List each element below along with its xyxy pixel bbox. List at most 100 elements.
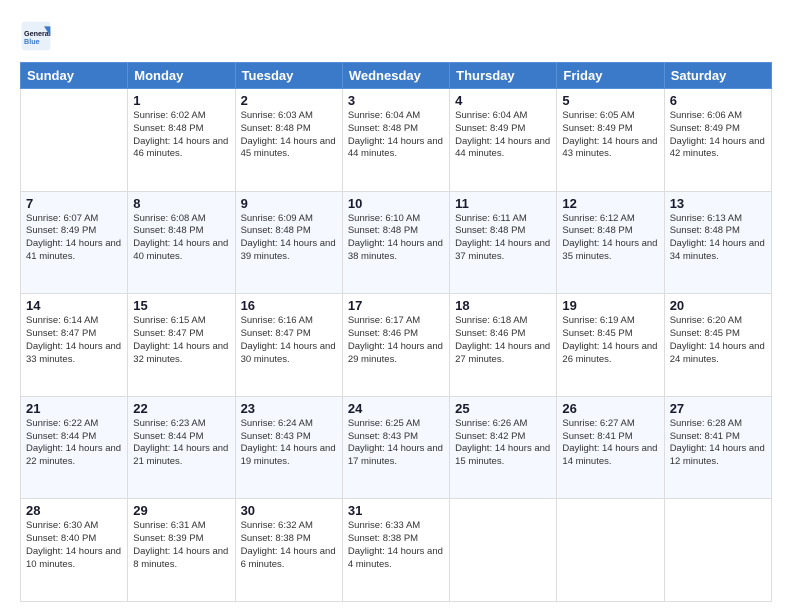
day-cell (664, 499, 771, 602)
day-info: Sunrise: 6:31 AMSunset: 8:39 PMDaylight:… (133, 520, 228, 569)
day-number: 28 (26, 503, 122, 518)
day-number: 29 (133, 503, 229, 518)
svg-text:Blue: Blue (24, 37, 40, 46)
day-number: 10 (348, 196, 444, 211)
week-row-4: 21Sunrise: 6:22 AMSunset: 8:44 PMDayligh… (21, 396, 772, 499)
week-row-2: 7 Sunrise: 6:07 AMSunset: 8:49 PMDaylight… (21, 191, 772, 294)
day-number: 16 (241, 298, 337, 313)
day-number: 8 (133, 196, 229, 211)
week-row-3: 14Sunrise: 6:14 AMSunset: 8:47 PMDayligh… (21, 294, 772, 397)
day-info: Sunrise: 6:17 AMSunset: 8:46 PMDaylight:… (348, 315, 443, 364)
day-number: 9 (241, 196, 337, 211)
day-info: Sunrise: 6:32 AMSunset: 8:38 PMDaylight:… (241, 520, 336, 569)
day-number: 12 (562, 196, 658, 211)
logo-icon: General Blue (20, 20, 52, 52)
day-number: 20 (670, 298, 766, 313)
day-info: Sunrise: 6:03 AMSunset: 8:48 PMDaylight:… (241, 110, 336, 159)
day-cell: 30Sunrise: 6:32 AMSunset: 8:38 PMDayligh… (235, 499, 342, 602)
day-cell: 22 Sunrise: 6:23 AMSunset: 8:44 PMDayligh… (128, 396, 235, 499)
day-cell (557, 499, 664, 602)
col-header-wednesday: Wednesday (342, 63, 449, 89)
col-header-tuesday: Tuesday (235, 63, 342, 89)
day-cell: 11 Sunrise: 6:11 AMSunset: 8:48 PMDayligh… (450, 191, 557, 294)
day-number: 27 (670, 401, 766, 416)
day-cell: 5 Sunrise: 6:05 AMSunset: 8:49 PMDaylight… (557, 89, 664, 192)
day-info: Sunrise: 6:09 AMSunset: 8:48 PMDaylight:… (241, 213, 336, 262)
day-cell: 28 Sunrise: 6:30 AMSunset: 8:40 PMDayligh… (21, 499, 128, 602)
day-info: Sunrise: 6:14 AMSunset: 8:47 PMDaylight:… (26, 315, 121, 364)
day-cell (21, 89, 128, 192)
day-info: Sunrise: 6:27 AMSunset: 8:41 PMDaylight:… (562, 418, 657, 467)
day-number: 15 (133, 298, 229, 313)
day-cell: 14Sunrise: 6:14 AMSunset: 8:47 PMDayligh… (21, 294, 128, 397)
day-cell: 2 Sunrise: 6:03 AMSunset: 8:48 PMDaylight… (235, 89, 342, 192)
day-cell: 3 Sunrise: 6:04 AMSunset: 8:48 PMDaylight… (342, 89, 449, 192)
day-number: 25 (455, 401, 551, 416)
day-cell: 27 Sunrise: 6:28 AMSunset: 8:41 PMDayligh… (664, 396, 771, 499)
day-info: Sunrise: 6:23 AMSunset: 8:44 PMDaylight:… (133, 418, 228, 467)
day-info: Sunrise: 6:07 AMSunset: 8:49 PMDaylight:… (26, 213, 121, 262)
day-number: 24 (348, 401, 444, 416)
day-info: Sunrise: 6:20 AMSunset: 8:45 PMDaylight:… (670, 315, 765, 364)
day-info: Sunrise: 6:30 AMSunset: 8:40 PMDaylight:… (26, 520, 121, 569)
day-cell: 15 Sunrise: 6:15 AMSunset: 8:47 PMDayligh… (128, 294, 235, 397)
day-info: Sunrise: 6:16 AMSunset: 8:47 PMDaylight:… (241, 315, 336, 364)
day-number: 18 (455, 298, 551, 313)
day-cell: 10Sunrise: 6:10 AMSunset: 8:48 PMDayligh… (342, 191, 449, 294)
day-number: 5 (562, 93, 658, 108)
day-info: Sunrise: 6:22 AMSunset: 8:44 PMDaylight:… (26, 418, 121, 467)
day-cell: 24 Sunrise: 6:25 AMSunset: 8:43 PMDayligh… (342, 396, 449, 499)
day-cell: 25 Sunrise: 6:26 AMSunset: 8:42 PMDayligh… (450, 396, 557, 499)
day-cell: 21Sunrise: 6:22 AMSunset: 8:44 PMDayligh… (21, 396, 128, 499)
day-cell: 18 Sunrise: 6:18 AMSunset: 8:46 PMDayligh… (450, 294, 557, 397)
page: General Blue SundayMondayTuesdayWednesda… (0, 0, 792, 612)
col-header-monday: Monday (128, 63, 235, 89)
day-number: 22 (133, 401, 229, 416)
week-row-1: 1Sunrise: 6:02 AMSunset: 8:48 PMDaylight… (21, 89, 772, 192)
day-info: Sunrise: 6:18 AMSunset: 8:46 PMDaylight:… (455, 315, 550, 364)
day-info: Sunrise: 6:26 AMSunset: 8:42 PMDaylight:… (455, 418, 550, 467)
day-info: Sunrise: 6:04 AMSunset: 8:49 PMDaylight:… (455, 110, 550, 159)
day-cell: 29 Sunrise: 6:31 AMSunset: 8:39 PMDayligh… (128, 499, 235, 602)
day-number: 7 (26, 196, 122, 211)
logo: General Blue (20, 20, 56, 52)
day-info: Sunrise: 6:08 AMSunset: 8:48 PMDaylight:… (133, 213, 228, 262)
day-number: 13 (670, 196, 766, 211)
day-cell: 13 Sunrise: 6:13 AMSunset: 8:48 PMDayligh… (664, 191, 771, 294)
day-info: Sunrise: 6:25 AMSunset: 8:43 PMDaylight:… (348, 418, 443, 467)
day-info: Sunrise: 6:12 AMSunset: 8:48 PMDaylight:… (562, 213, 657, 262)
day-info: Sunrise: 6:02 AMSunset: 8:48 PMDaylight:… (133, 110, 228, 159)
day-cell: 4Sunrise: 6:04 AMSunset: 8:49 PMDaylight… (450, 89, 557, 192)
day-info: Sunrise: 6:11 AMSunset: 8:48 PMDaylight:… (455, 213, 550, 262)
day-info: Sunrise: 6:15 AMSunset: 8:47 PMDaylight:… (133, 315, 228, 364)
day-info: Sunrise: 6:28 AMSunset: 8:41 PMDaylight:… (670, 418, 765, 467)
day-number: 2 (241, 93, 337, 108)
day-number: 6 (670, 93, 766, 108)
day-cell: 8 Sunrise: 6:08 AMSunset: 8:48 PMDaylight… (128, 191, 235, 294)
day-cell (450, 499, 557, 602)
day-cell: 23Sunrise: 6:24 AMSunset: 8:43 PMDayligh… (235, 396, 342, 499)
day-cell: 12 Sunrise: 6:12 AMSunset: 8:48 PMDayligh… (557, 191, 664, 294)
day-cell: 26 Sunrise: 6:27 AMSunset: 8:41 PMDayligh… (557, 396, 664, 499)
day-cell: 1Sunrise: 6:02 AMSunset: 8:48 PMDaylight… (128, 89, 235, 192)
day-info: Sunrise: 6:19 AMSunset: 8:45 PMDaylight:… (562, 315, 657, 364)
day-info: Sunrise: 6:33 AMSunset: 8:38 PMDaylight:… (348, 520, 443, 569)
day-cell: 31Sunrise: 6:33 AMSunset: 8:38 PMDayligh… (342, 499, 449, 602)
day-number: 3 (348, 93, 444, 108)
day-cell: 7 Sunrise: 6:07 AMSunset: 8:49 PMDaylight… (21, 191, 128, 294)
day-info: Sunrise: 6:04 AMSunset: 8:48 PMDaylight:… (348, 110, 443, 159)
day-info: Sunrise: 6:13 AMSunset: 8:48 PMDaylight:… (670, 213, 765, 262)
day-info: Sunrise: 6:06 AMSunset: 8:49 PMDaylight:… (670, 110, 765, 159)
header-row: SundayMondayTuesdayWednesdayThursdayFrid… (21, 63, 772, 89)
col-header-sunday: Sunday (21, 63, 128, 89)
day-cell: 19Sunrise: 6:19 AMSunset: 8:45 PMDayligh… (557, 294, 664, 397)
day-number: 26 (562, 401, 658, 416)
col-header-thursday: Thursday (450, 63, 557, 89)
day-number: 17 (348, 298, 444, 313)
day-info: Sunrise: 6:05 AMSunset: 8:49 PMDaylight:… (562, 110, 657, 159)
day-number: 23 (241, 401, 337, 416)
day-cell: 9 Sunrise: 6:09 AMSunset: 8:48 PMDaylight… (235, 191, 342, 294)
day-cell: 20 Sunrise: 6:20 AMSunset: 8:45 PMDayligh… (664, 294, 771, 397)
col-header-saturday: Saturday (664, 63, 771, 89)
day-number: 11 (455, 196, 551, 211)
